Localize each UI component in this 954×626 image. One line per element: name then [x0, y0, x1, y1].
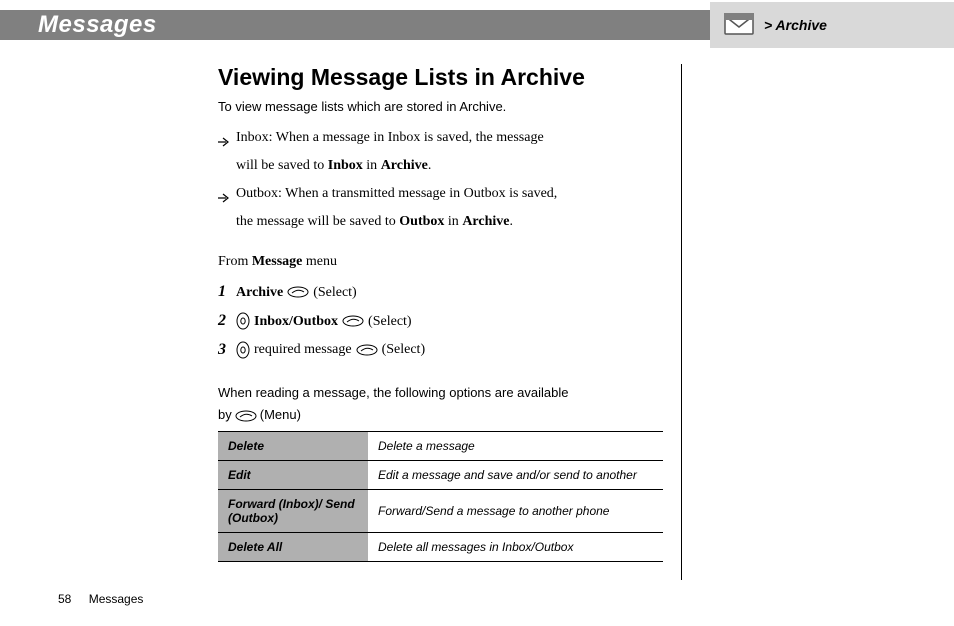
step-list: 1 Archive (Select) 2 Inbox/Outbox (Selec… — [218, 278, 672, 364]
options-table: Delete Delete a message Edit Edit a mess… — [218, 431, 663, 562]
step-2: 2 Inbox/Outbox (Select) — [218, 307, 672, 336]
option-desc: Delete a message — [368, 432, 663, 461]
nav-icon — [236, 341, 250, 359]
page-number: 58 — [58, 592, 71, 606]
text: by — [218, 406, 232, 425]
text: From — [218, 254, 252, 269]
main-content: Viewing Message Lists in Archive To view… — [218, 64, 672, 562]
softkey-icon — [287, 285, 309, 299]
text-bold: Archive — [462, 214, 509, 229]
intro-text: To view message lists which are stored i… — [218, 99, 672, 114]
banner-right: > Archive — [710, 2, 954, 48]
text: the message will be saved to — [236, 214, 399, 229]
text: When reading a message, the following op… — [218, 384, 672, 403]
table-row: Delete Delete a message — [218, 432, 663, 461]
text: in — [444, 214, 462, 229]
banner-left: Messages — [0, 10, 710, 40]
page-banner: Messages > Archive — [0, 2, 954, 48]
step-action: (Select) — [382, 337, 426, 362]
step-number: 3 — [218, 336, 226, 365]
footer-section: Messages — [89, 592, 144, 606]
bullet-arrow-icon — [218, 130, 230, 158]
step-3: 3 required message (Select) — [218, 336, 672, 365]
mail-icon — [724, 13, 754, 38]
step-label: Inbox/Outbox — [254, 309, 338, 334]
step-action: (Select) — [313, 280, 357, 305]
text: menu — [302, 254, 337, 269]
bullet-arrow-icon — [218, 186, 230, 214]
softkey-icon — [342, 314, 364, 328]
step-action: (Select) — [368, 309, 412, 334]
page-footer: 58 Messages — [58, 592, 143, 606]
page-heading: Viewing Message Lists in Archive — [218, 64, 672, 91]
table-row: Delete All Delete all messages in Inbox/… — [218, 533, 663, 562]
option-name: Delete — [218, 432, 368, 461]
option-desc: Delete all messages in Inbox/Outbox — [368, 533, 663, 562]
text: will be saved to — [236, 158, 328, 173]
text: Outbox: When a transmitted message in Ou… — [236, 186, 557, 201]
softkey-icon — [235, 409, 257, 423]
bullet-list: Inbox: When a message in Inbox is saved,… — [218, 124, 672, 236]
softkey-icon — [356, 343, 378, 357]
option-name: Edit — [218, 461, 368, 490]
text: in — [363, 158, 381, 173]
from-line: From Message menu — [218, 254, 672, 270]
table-row: Edit Edit a message and save and/or send… — [218, 461, 663, 490]
vertical-divider — [681, 64, 682, 580]
text: (Menu) — [260, 406, 301, 425]
step-number: 1 — [218, 278, 226, 307]
text-bold: Message — [252, 254, 303, 269]
text-bold: Outbox — [399, 214, 444, 229]
text: Inbox: When a message in Inbox is saved,… — [236, 130, 544, 145]
table-row: Forward (Inbox)/ Send (Outbox) Forward/S… — [218, 490, 663, 533]
section-title: Messages — [38, 11, 157, 39]
option-desc: Edit a message and save and/or send to a… — [368, 461, 663, 490]
text-bold: Inbox — [328, 158, 363, 173]
step-label: Archive — [236, 280, 283, 305]
options-intro: When reading a message, the following op… — [218, 384, 672, 425]
option-name: Forward (Inbox)/ Send (Outbox) — [218, 490, 368, 533]
option-desc: Forward/Send a message to another phone — [368, 490, 663, 533]
step-1: 1 Archive (Select) — [218, 278, 672, 307]
option-name: Delete All — [218, 533, 368, 562]
bullet-outbox: Outbox: When a transmitted message in Ou… — [218, 180, 672, 236]
text-bold: Archive — [381, 158, 428, 173]
bullet-inbox: Inbox: When a message in Inbox is saved,… — [218, 124, 672, 180]
step-number: 2 — [218, 307, 226, 336]
step-text: required message — [254, 337, 352, 362]
breadcrumb: > Archive — [764, 17, 827, 33]
nav-icon — [236, 312, 250, 330]
